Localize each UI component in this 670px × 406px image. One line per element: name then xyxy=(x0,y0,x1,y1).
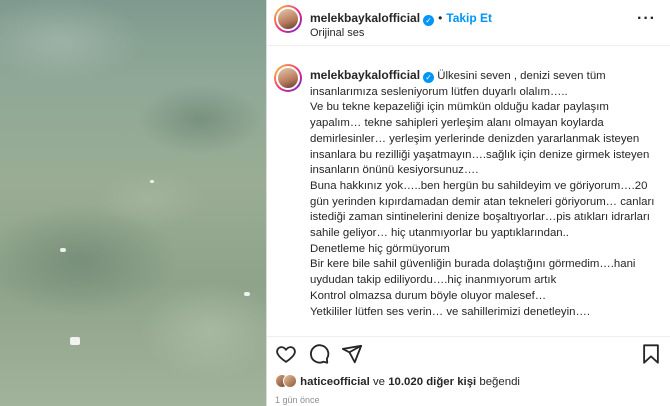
more-options-icon[interactable]: ··· xyxy=(637,10,656,28)
caption-avatar[interactable] xyxy=(274,64,302,92)
separator-dot: • xyxy=(438,11,443,25)
water-speck xyxy=(60,248,66,252)
audio-link[interactable]: Orijinal ses xyxy=(310,27,364,39)
heart-icon[interactable] xyxy=(275,343,297,365)
verified-badge-icon: ✓ xyxy=(423,15,435,26)
post-timestamp[interactable]: 1 gün önce xyxy=(275,395,320,405)
comment-icon[interactable] xyxy=(308,343,330,365)
post-header: melekbaykalofficial ✓ • Takip Et Orijinal s… xyxy=(267,0,670,46)
post-media-video[interactable] xyxy=(0,0,266,406)
share-icon[interactable] xyxy=(341,343,363,365)
caption-paragraph: Yetkililer lütfen ses verin… ve sahiller… xyxy=(310,305,591,318)
caption-paragraph: Buna hakkınız yok…..ben hergün bu sahild… xyxy=(310,179,655,240)
caption-paragraph: Kontrol olmazsa durum böyle oluyor males… xyxy=(310,289,547,302)
username-link[interactable]: melekbaykalofficial xyxy=(310,11,420,25)
verified-badge-icon: ✓ xyxy=(423,72,435,83)
avatar[interactable] xyxy=(274,5,302,33)
bookmark-icon[interactable] xyxy=(640,343,662,365)
caption-paragraph: Bir kere bile sahil güvenliğin burada do… xyxy=(310,258,636,287)
action-bar xyxy=(267,336,670,370)
follow-button[interactable]: Takip Et xyxy=(446,11,492,25)
caption-paragraph: Denetleme hiç görmüyorum xyxy=(310,242,450,255)
likes-connector: ve xyxy=(372,376,386,388)
water-speck xyxy=(150,180,154,183)
liker-avatar[interactable] xyxy=(283,374,297,388)
caption-section: melekbaykalofficial ✓ Ülkesini seven , de… xyxy=(267,46,670,336)
likes-suffix: beğendi xyxy=(479,376,520,388)
water-speck xyxy=(70,337,80,345)
header-user-row: melekbaykalofficial ✓ • Takip Et xyxy=(310,9,492,27)
likes-summary: haticeofficial ve 10.020 diğer kişi beğe… xyxy=(275,374,520,388)
caption-text: melekbaykalofficial ✓ Ülkesini seven , de… xyxy=(310,68,655,320)
likes-count-link[interactable]: 10.020 diğer kişi xyxy=(388,376,476,388)
caption-username-link[interactable]: melekbaykalofficial xyxy=(310,68,420,82)
water-speck xyxy=(244,292,250,296)
liker-username-link[interactable]: haticeofficial xyxy=(300,376,370,388)
caption-paragraph: Ve bu tekne kepazeliği için mümkün olduğ… xyxy=(310,101,650,177)
